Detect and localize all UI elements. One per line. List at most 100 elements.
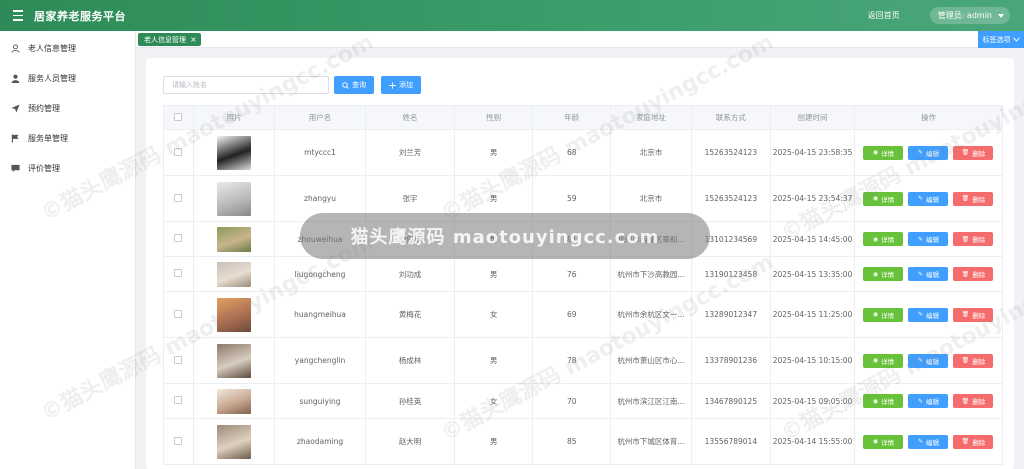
edit-button[interactable]: ✎ 编辑 — [908, 434, 949, 449]
actions-cell: ◉ 详情 ✎ 编辑 🗑 删除 — [853, 418, 1004, 465]
elder-photo — [216, 297, 251, 332]
query-button[interactable]: 查询 — [334, 76, 374, 94]
row-checkbox[interactable] — [174, 234, 183, 242]
search-icon — [342, 81, 349, 89]
gender-cell: 男 — [454, 129, 534, 176]
phone-cell: 13467890125 — [690, 383, 772, 419]
delete-button[interactable]: 🗑 删除 — [953, 191, 994, 206]
delete-label: 删除 — [972, 357, 986, 366]
trash-icon: 🗑 — [961, 235, 970, 243]
edit-icon: ✎ — [917, 438, 923, 445]
sidebar-item-label: 服务单管理 — [28, 133, 68, 143]
detail-button[interactable]: ◉ 详情 — [863, 267, 904, 281]
trash-icon: 🗑 — [961, 397, 970, 405]
edit-button[interactable]: ✎ 编辑 — [908, 145, 949, 160]
delete-button[interactable]: 🗑 删除 — [953, 307, 994, 322]
select-all-cell — [163, 105, 194, 130]
delete-button[interactable]: 🗑 删除 — [953, 232, 994, 246]
sidebar-item-reviews[interactable]: 评价管理 — [0, 153, 135, 183]
tab-elderly-info[interactable]: 老人信息管理 × — [138, 33, 201, 46]
row-checkbox[interactable] — [174, 309, 183, 318]
delete-label: 删除 — [972, 236, 986, 244]
created-cell: 2025-04-15 14:45:00 — [770, 221, 855, 257]
photo-cell — [192, 221, 276, 257]
detail-button[interactable]: ◉ 详情 — [863, 232, 904, 246]
name-cell: 刘功成 — [364, 256, 456, 292]
col-address: 家庭地址 — [610, 105, 692, 130]
edit-label: 编辑 — [925, 311, 939, 320]
photo-cell — [192, 129, 276, 176]
delete-button[interactable]: 🗑 删除 — [953, 267, 994, 281]
sidebar-item-appointments[interactable]: 预约管理 — [0, 93, 135, 123]
delete-label: 删除 — [972, 438, 986, 447]
row-checkbox[interactable] — [174, 193, 183, 202]
home-link[interactable]: 返回首页 — [868, 10, 900, 21]
delete-label: 删除 — [972, 271, 986, 279]
table-header-row: 照片 用户名 姓名 性别 年龄 家庭地址 联系方式 创建时间 操作 — [163, 105, 1004, 130]
row-checkbox[interactable] — [174, 436, 183, 445]
detail-button[interactable]: ◉ 详情 — [863, 191, 904, 206]
phone-cell: 13190123458 — [690, 256, 772, 292]
actions-cell: ◉ 详情 ✎ 编辑 🗑 删除 — [853, 175, 1004, 222]
detail-button[interactable]: ◉ 详情 — [863, 307, 904, 322]
select-all-checkbox[interactable] — [174, 112, 183, 121]
sidebar-item-orders[interactable]: 服务单管理 — [0, 123, 135, 153]
elder-photo — [216, 424, 251, 459]
gender-cell: 女 — [454, 383, 534, 419]
tab-options-button[interactable]: 标签选项 — [978, 31, 1024, 48]
delete-button[interactable]: 🗑 删除 — [953, 394, 994, 408]
address-cell: 杭州市萧山区市心... — [610, 337, 692, 384]
admin-dropdown[interactable]: 管理员: admin — [929, 7, 1010, 24]
age-cell: 76 — [532, 256, 612, 292]
delete-button[interactable]: 🗑 删除 — [953, 353, 994, 368]
menu-toggle-icon[interactable] — [8, 6, 28, 26]
row-checkbox[interactable] — [174, 396, 183, 404]
row-checkbox[interactable] — [174, 147, 183, 156]
address-cell: 杭州市滨江区江南... — [610, 383, 692, 419]
edit-button[interactable]: ✎ 编辑 — [908, 191, 949, 206]
header-right: 返回首页 管理员: admin — [868, 7, 1010, 24]
table-row: mtyccc1 刘兰芳男 68 北京市 15263524123 2025-04-15 23… — [163, 129, 1004, 176]
sidebar-item-elderly[interactable]: 老人信息管理 — [0, 33, 135, 63]
detail-button[interactable]: ◉ 详情 — [863, 434, 904, 449]
address-cell: 杭州市下沙高教园... — [610, 256, 692, 292]
add-label: 添加 — [399, 81, 413, 89]
edit-button[interactable]: ✎ 编辑 — [908, 232, 949, 246]
chevron-down-icon — [1012, 37, 1020, 42]
actions-cell: ◉ 详情 ✎ 编辑 🗑 删除 — [853, 221, 1004, 257]
search-bar: 查询 添加 — [163, 76, 421, 94]
elder-photo — [216, 181, 251, 216]
detail-button[interactable]: ◉ 详情 — [863, 394, 904, 408]
detail-label: 详情 — [881, 357, 895, 366]
delete-button[interactable]: 🗑 删除 — [953, 434, 994, 449]
search-input[interactable] — [163, 76, 329, 94]
detail-label: 详情 — [881, 236, 895, 244]
edit-icon: ✎ — [917, 195, 923, 202]
username-cell: liugongcheng — [274, 256, 366, 292]
close-icon[interactable]: × — [190, 35, 197, 44]
person-icon — [11, 74, 20, 83]
age-cell: 68 — [532, 129, 612, 176]
row-checkbox[interactable] — [174, 355, 183, 364]
edit-button[interactable]: ✎ 编辑 — [908, 394, 949, 408]
delete-label: 删除 — [972, 311, 986, 320]
row-select-cell — [163, 175, 194, 222]
add-button[interactable]: 添加 — [381, 76, 421, 94]
edit-label: 编辑 — [925, 149, 939, 158]
age-cell: 69 — [532, 291, 612, 338]
col-actions: 操作 — [853, 105, 1004, 130]
edit-button[interactable]: ✎ 编辑 — [908, 353, 949, 368]
photo-cell — [192, 383, 276, 419]
delete-button[interactable]: 🗑 删除 — [953, 145, 994, 160]
detail-button[interactable]: ◉ 详情 — [863, 145, 904, 160]
edit-button[interactable]: ✎ 编辑 — [908, 267, 949, 281]
detail-label: 详情 — [881, 311, 895, 320]
username-cell: huangmeihua — [274, 291, 366, 338]
eye-icon: ◉ — [872, 195, 879, 202]
edit-button[interactable]: ✎ 编辑 — [908, 307, 949, 322]
row-checkbox[interactable] — [174, 269, 183, 277]
sidebar-item-staff[interactable]: 服务人员管理 — [0, 63, 135, 93]
watermark-overlay: 猫头鹰源码 maotouyingcc.com — [300, 213, 710, 259]
detail-button[interactable]: ◉ 详情 — [863, 353, 904, 368]
tab-label: 老人信息管理 — [144, 35, 186, 44]
